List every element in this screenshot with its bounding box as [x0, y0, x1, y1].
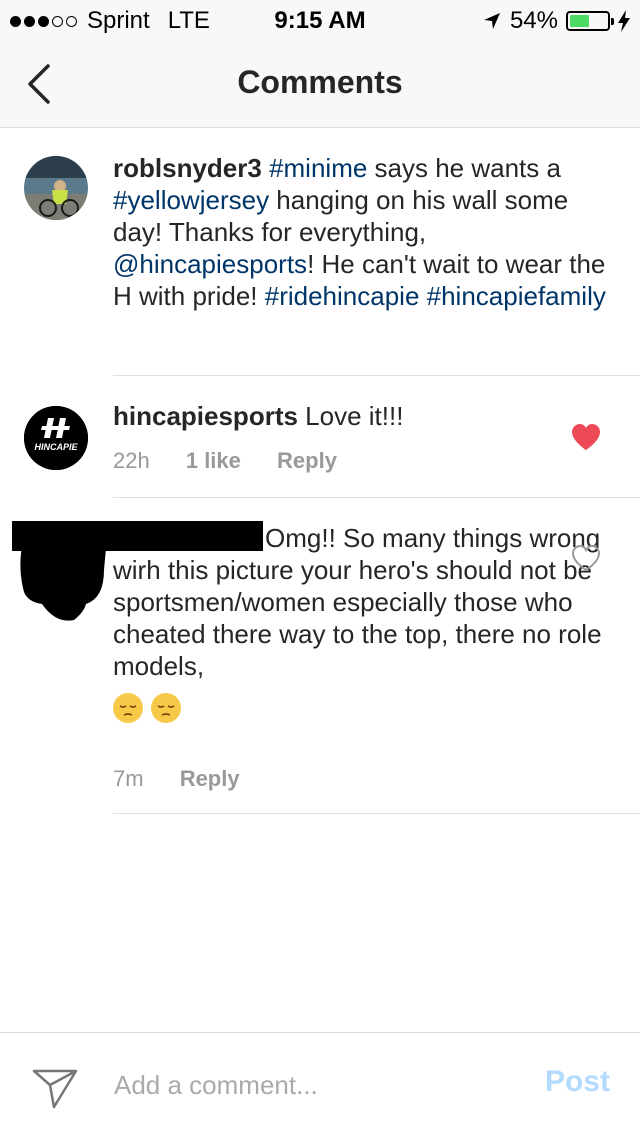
caption-text: roblsnyder3 #minime says he wants a #yel… [113, 152, 613, 312]
charging-bolt-icon [618, 10, 630, 32]
caption-text-segment [419, 281, 426, 311]
comment-meta: 22h 1 like Reply [113, 448, 367, 474]
divider [113, 813, 640, 814]
heart-filled-icon [572, 424, 600, 450]
emoji-row [113, 690, 613, 724]
reply-button[interactable]: Reply [180, 766, 240, 791]
comment-username[interactable]: hincapiesports [113, 401, 298, 431]
reply-button[interactable]: Reply [277, 448, 337, 473]
caption-tag[interactable]: #hincapiefamily [427, 281, 606, 311]
caption-username[interactable]: roblsnyder3 [113, 153, 269, 183]
comment-item: HINCAPIE hincapiesports Love it!!! 22h 1… [0, 376, 640, 498]
status-right: 54% [482, 7, 630, 35]
location-arrow-icon [483, 13, 500, 29]
send-button[interactable] [30, 1063, 80, 1113]
comment-input[interactable] [114, 1065, 514, 1105]
caption-tag[interactable]: #minime [269, 153, 367, 183]
comment-meta: 7m Reply [113, 766, 270, 792]
comment-composer: Post [0, 1032, 640, 1136]
pensive-face-icon [113, 693, 143, 724]
comment-time: 7m [113, 766, 144, 791]
comment-body: Love it!!! [305, 401, 404, 431]
redaction-blob [20, 542, 106, 621]
navigation-bar: Comments [0, 40, 640, 128]
heart-outline-icon [571, 544, 601, 572]
caption-avatar[interactable] [24, 156, 88, 220]
battery-percentage: 54% [509, 7, 558, 34]
post-button[interactable]: Post [545, 1065, 610, 1099]
caption-tag[interactable]: #yellowjersey [113, 185, 269, 215]
caption-tag[interactable]: #ridehincapie [265, 281, 420, 311]
status-bar: Sprint LTE 9:15 AM 54% [0, 0, 640, 40]
page-title: Comments [237, 64, 403, 100]
comment-text: hincapiesports Love it!!! [113, 400, 613, 432]
paper-plane-icon [32, 1069, 78, 1109]
caption-tag[interactable]: @hincapiesports [113, 249, 307, 279]
avatar-logo-text: HINCAPIE [34, 442, 78, 452]
pensive-face-icon [151, 693, 181, 724]
battery-icon [566, 11, 614, 31]
comment-text: Omg!! So many things wrong wirh this pic… [113, 522, 613, 724]
commenter-avatar[interactable]: HINCAPIE [24, 406, 88, 470]
like-button[interactable] [571, 423, 601, 451]
caption-text-segment: says he wants a [367, 153, 561, 183]
like-button[interactable] [571, 544, 601, 572]
comment-likes[interactable]: 1 like [186, 448, 241, 473]
comment-time: 22h [113, 448, 150, 473]
caption-comment: roblsnyder3 #minime says he wants a #yel… [0, 128, 640, 376]
